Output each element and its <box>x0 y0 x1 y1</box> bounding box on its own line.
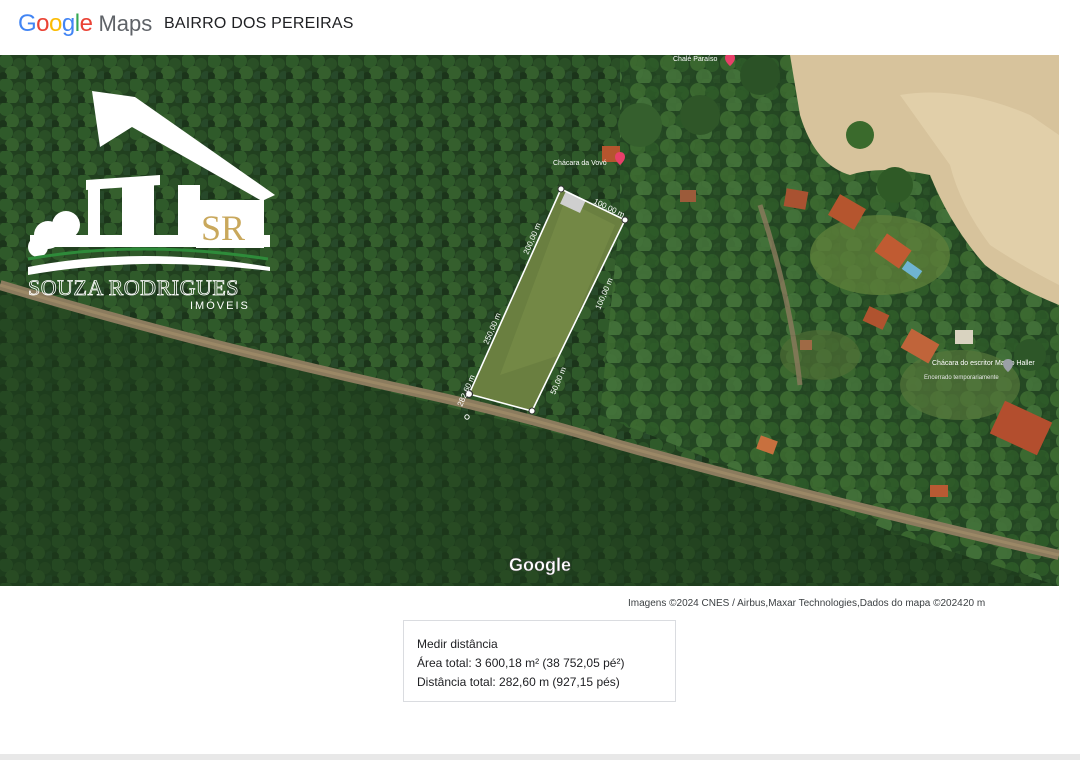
google-wordmark: Google <box>18 10 93 37</box>
google-maps-logo[interactable]: Google Maps <box>18 10 152 40</box>
map-attribution[interactable]: Imagens ©2024 CNES / Airbus,Maxar Techno… <box>628 598 963 609</box>
place-label-line: Chácara do escritor Marco Haller <box>932 360 1035 367</box>
maps-wordmark: Maps <box>98 11 153 36</box>
place-note: Encerrado temporariamente <box>924 375 999 381</box>
place-label[interactable]: Chácara da Vovó <box>553 160 607 167</box>
page-title: BAIRRO DOS PEREIRAS <box>164 15 354 32</box>
measure-vertex[interactable] <box>528 407 536 415</box>
measure-vertex[interactable] <box>557 185 565 193</box>
satellite-map[interactable]: 100,00 m 200,00 m 100,00 m 250,00 m 50,0… <box>0 55 1059 586</box>
scale-label[interactable]: 20 m <box>963 598 985 609</box>
logo-subtitle: IMÓVEIS <box>190 299 250 312</box>
measure-title: Medir distância <box>417 637 498 651</box>
header: Google Maps BAIRRO DOS PEREIRAS <box>0 0 1080 55</box>
footer-bar <box>0 754 1080 760</box>
google-watermark: Google <box>509 555 571 575</box>
logo-monogram: SR <box>201 208 245 248</box>
measure-distance-panel: Medir distância Área total: 3 600,18 m² … <box>403 620 676 702</box>
measure-distance: Distância total: 282,60 m (927,15 pés) <box>417 675 620 689</box>
measure-vertex[interactable] <box>621 216 629 224</box>
place-label[interactable]: Chalé Paraíso <box>673 56 717 63</box>
place-label[interactable]: Chácara do escritor Marco Haller <box>932 360 1035 367</box>
logo-company: SOUZA RODRIGUES <box>28 275 239 300</box>
measure-area: Área total: 3 600,18 m² (38 752,05 pé²) <box>417 656 625 670</box>
